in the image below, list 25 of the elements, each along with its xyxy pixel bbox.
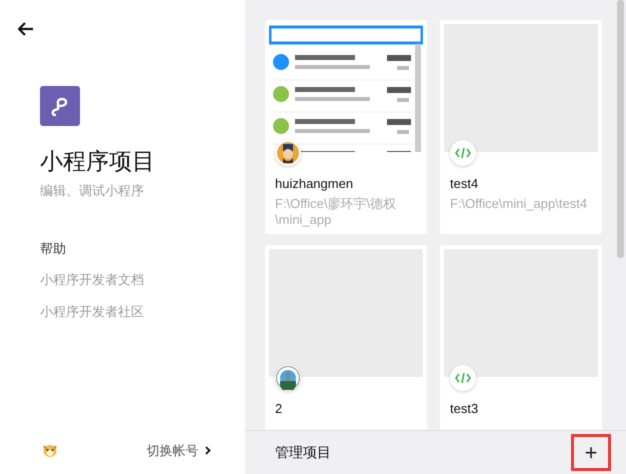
project-path: F:\Office\廖环宇\德权\mini_app [275, 196, 398, 228]
back-arrow-icon[interactable] [18, 22, 34, 36]
page-title: 小程序项目 [40, 148, 156, 176]
avatar-icon [277, 142, 299, 164]
project-name: huizhangmen [275, 176, 354, 192]
project-name: test3 [450, 401, 480, 417]
project-name: 2 [275, 401, 284, 417]
code-icon [455, 147, 471, 159]
code-icon [455, 372, 471, 384]
help-heading: 帮助 [40, 240, 67, 258]
project-card[interactable]: huizhangmen F:\Office\廖环宇\德权\mini_app [265, 20, 427, 234]
manage-projects-label: 管理项目 [275, 443, 331, 462]
emblem-icon [276, 366, 300, 390]
project-card[interactable]: 2 [265, 245, 427, 430]
project-card[interactable]: test4 F:\Office\mini_app\test4 [440, 20, 602, 234]
project-name: test4 [450, 176, 480, 192]
project-path: F:\Office\mini_app\test4 [450, 196, 588, 212]
scrollbar-thumb[interactable] [617, 0, 624, 258]
dog-avatar-icon [42, 442, 58, 458]
add-project-button[interactable]: + [571, 434, 611, 471]
page-subtitle: 编辑、调试小程序 [40, 182, 145, 200]
switch-account-link[interactable]: 切换帐号 [146, 440, 198, 460]
app-logo [40, 86, 80, 126]
project-card[interactable]: test3 [440, 245, 602, 430]
chevron-right-icon[interactable] [205, 446, 211, 455]
